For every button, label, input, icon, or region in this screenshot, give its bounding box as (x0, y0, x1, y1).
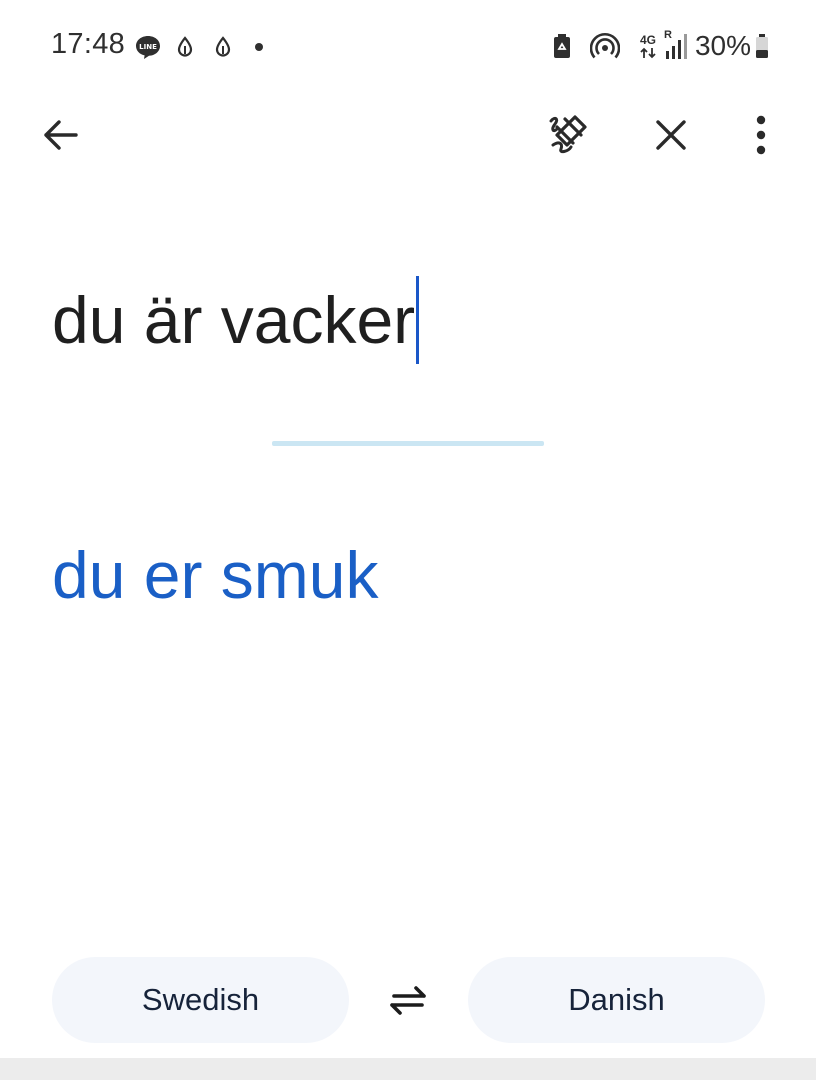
navigation-bar (0, 1058, 816, 1080)
source-text: du är vacker (52, 283, 416, 357)
handwriting-icon (549, 115, 587, 154)
source-text-input[interactable]: du är vacker (52, 270, 772, 380)
back-button[interactable] (32, 107, 88, 163)
network-type-label: 4G (639, 32, 656, 47)
line-app-icon: LINE (135, 34, 161, 60)
handwriting-button[interactable] (539, 107, 595, 163)
clear-button[interactable] (643, 107, 699, 163)
more-vert-icon (756, 115, 766, 155)
status-bar: 17:48 LINE 4G R 30% (0, 0, 816, 95)
swap-icon (390, 986, 426, 1015)
app-bar (0, 95, 816, 175)
target-language-label: Danish (568, 982, 665, 1017)
battery-percent: 30% (694, 30, 751, 61)
dot-icon (253, 41, 265, 53)
status-system-icons: 4G R 30% (551, 28, 770, 64)
hotspot-icon (589, 31, 621, 61)
battery-icon (754, 32, 770, 60)
divider (272, 441, 544, 446)
network-4g-icon: 4G (637, 31, 659, 61)
swap-languages-button[interactable] (380, 972, 436, 1028)
source-language-label: Swedish (141, 982, 260, 1017)
translation-output[interactable]: du er smuk (52, 525, 378, 625)
text-caret (416, 276, 420, 364)
target-language-button[interactable]: Danish (468, 957, 765, 1043)
more-options-button[interactable] (733, 107, 789, 163)
drop-icon (174, 36, 196, 58)
source-language-button[interactable]: Swedish (52, 957, 349, 1043)
status-time: 17:48 (51, 28, 126, 60)
signal-icon: R (663, 29, 689, 61)
drop-icon (212, 36, 234, 58)
battery-saver-icon (551, 32, 573, 60)
screen: 17:48 LINE 4G R 30% du är vacker du er s… (0, 0, 816, 1080)
back-arrow-icon (44, 120, 78, 150)
svg-text:LINE: LINE (139, 43, 157, 51)
status-notification-icons: LINE (135, 32, 265, 62)
close-icon (656, 120, 686, 150)
roaming-label: R (663, 29, 672, 41)
